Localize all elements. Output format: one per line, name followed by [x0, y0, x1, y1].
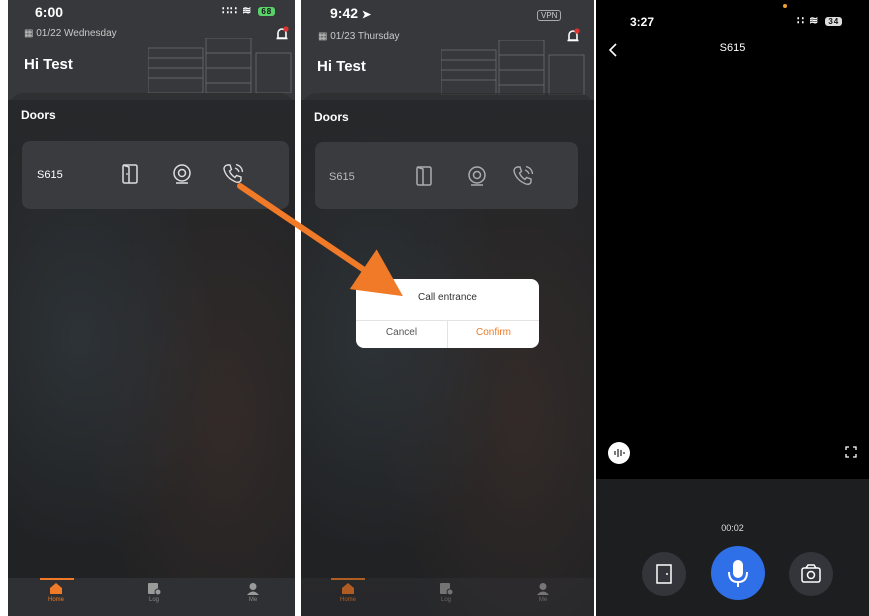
wifi-icon: ≋	[242, 5, 253, 17]
phone-call-icon[interactable]	[511, 164, 535, 188]
date-label: ▦ 01/23 Thursday	[318, 31, 400, 42]
tab-home[interactable]: Home	[36, 582, 76, 603]
camera-icon[interactable]	[170, 162, 194, 186]
call-screen: 3:27 ∷ ≋ 34 S615 00:02	[596, 0, 869, 616]
microphone-button[interactable]	[711, 546, 765, 600]
status-time: 9:42 ➤	[330, 5, 372, 21]
status-time: 3:27	[630, 15, 655, 29]
tab-bar: Home Log Me	[8, 578, 295, 616]
signal-icon: ∷	[797, 15, 805, 27]
phone-call-icon[interactable]	[221, 162, 245, 186]
home-screen-1: 6:00 ∷∷ ≋ 68 ▦ 01/22 Wednesday Hi Test D…	[8, 0, 295, 616]
calendar-icon: ▦	[24, 28, 34, 39]
door-name: S615	[37, 169, 63, 181]
tab-log[interactable]: Log	[134, 582, 174, 603]
calendar-icon: ▦	[318, 31, 328, 42]
active-tab-indicator	[40, 578, 74, 580]
active-tab-indicator	[331, 578, 365, 580]
home-icon	[50, 583, 62, 594]
vpn-badge: VPN	[537, 10, 562, 21]
unlock-door-button[interactable]	[642, 552, 686, 596]
camera-snapshot-icon	[801, 564, 821, 583]
greeting: Hi Test	[24, 56, 73, 73]
status-time: 6:00	[35, 4, 64, 20]
call-title: S615	[719, 42, 746, 54]
log-icon	[440, 583, 453, 595]
door-icon[interactable]	[412, 164, 436, 188]
building-illustration	[148, 38, 292, 93]
building-illustration	[441, 40, 585, 95]
call-timer: 00:02	[721, 523, 744, 533]
call-entrance-dialog: Call entrance Cancel Confirm	[356, 279, 539, 348]
mic-in-use-dot	[783, 4, 787, 8]
notification-bell-icon[interactable]	[275, 26, 289, 42]
audio-wave-button[interactable]	[608, 442, 630, 464]
battery-badge: 34	[825, 17, 843, 26]
tab-bar: Home Log Me	[301, 578, 594, 616]
person-icon	[247, 583, 259, 595]
microphone-icon	[728, 560, 748, 587]
tab-log[interactable]: Log	[426, 582, 466, 603]
status-icons: ∷ ≋ 34	[797, 14, 843, 27]
door-icon[interactable]	[118, 162, 142, 186]
fullscreen-icon[interactable]	[845, 446, 857, 458]
tab-me[interactable]: Me	[233, 582, 273, 603]
cancel-button[interactable]: Cancel	[356, 327, 447, 338]
doors-heading: Doors	[21, 108, 56, 122]
home-screen-2: 9:42 ➤ VPN ▦ 01/23 Thursday Hi Test Door…	[301, 0, 594, 616]
tab-me[interactable]: Me	[523, 582, 563, 603]
notification-bell-icon[interactable]	[566, 28, 580, 44]
video-area	[596, 72, 869, 479]
tab-home[interactable]: Home	[328, 582, 368, 603]
confirm-button[interactable]: Confirm	[448, 327, 539, 338]
status-icons: ∷∷ ≋ 68	[222, 4, 276, 17]
audio-wave-icon	[614, 449, 625, 457]
door-card[interactable]: S615	[315, 142, 578, 209]
battery-badge: 68	[258, 7, 276, 16]
wifi-icon: ≋	[809, 15, 820, 27]
home-icon	[342, 583, 354, 594]
date-label: ▦ 01/22 Wednesday	[24, 28, 117, 39]
snapshot-button[interactable]	[789, 552, 833, 596]
doors-heading: Doors	[314, 110, 349, 124]
door-icon	[656, 564, 672, 584]
door-name: S615	[329, 171, 355, 183]
location-arrow-icon: ➤	[361, 9, 372, 21]
signal-icon: ∷∷	[222, 5, 238, 17]
camera-icon[interactable]	[465, 164, 489, 188]
dialog-title: Call entrance	[418, 292, 477, 303]
log-icon	[148, 583, 161, 595]
person-icon	[537, 583, 549, 595]
greeting: Hi Test	[317, 58, 366, 75]
door-card[interactable]: S615	[22, 141, 289, 209]
